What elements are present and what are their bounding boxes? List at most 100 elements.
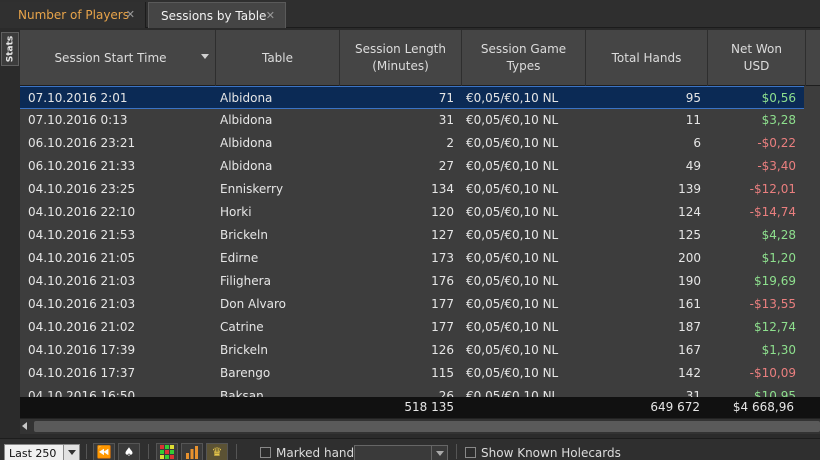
chevron-down-icon[interactable] (431, 446, 447, 460)
column-header-session-length[interactable]: Session Length (Minutes) (340, 30, 462, 86)
cell-hands: 49 (685, 159, 701, 173)
rewind-button[interactable]: ⏪ (93, 443, 115, 460)
table-row[interactable]: 04.10.2016 22:10 Horki 120 €0,05/€0,10 NL 12… (20, 201, 804, 224)
cell-table: Catrine (220, 320, 264, 334)
table-row[interactable]: 04.10.2016 21:03 Filighera 176 €0,05/€0,10 … (20, 270, 804, 293)
cell-net: $1,20 (761, 251, 796, 265)
cell-types: €0,05/€0,10 NL (466, 159, 559, 173)
column-header-total-hands[interactable]: Total Hands (586, 30, 708, 86)
cell-net: $3,28 (761, 113, 796, 127)
range-select-value: Last 250 (9, 447, 57, 460)
close-icon[interactable]: ✕ (126, 8, 135, 21)
cell-types: €0,05/€0,10 NL (466, 297, 559, 311)
table-row[interactable]: 04.10.2016 21:53 Brickeln 127 €0,05/€0,10 N… (20, 224, 804, 247)
cell-net: $1,30 (761, 343, 796, 357)
cell-length: 176 (431, 274, 454, 288)
sort-descending-icon[interactable] (201, 54, 209, 59)
cell-types: €0,05/€0,10 NL (466, 205, 559, 219)
table-row[interactable]: 04.10.2016 23:25 Enniskerry 134 €0,05/€0,10… (20, 178, 804, 201)
column-header-table[interactable]: Table (216, 30, 340, 86)
toolbar-divider (148, 444, 149, 459)
marked-hands-select[interactable] (354, 445, 448, 460)
cell-table: Edirne (220, 251, 259, 265)
toolbar-divider (86, 444, 87, 459)
cell-net: -$14,74 (749, 205, 796, 219)
cell-table: Albidona (220, 159, 273, 173)
cell-types: €0,05/€0,10 NL (466, 228, 559, 242)
trophy-button[interactable]: ♛ (206, 443, 228, 460)
table-row[interactable]: 04.10.2016 21:03 Don Alvaro 177 €0,05/€0,10… (20, 293, 804, 316)
cell-hands: 125 (678, 228, 701, 242)
cell-net: $19,69 (754, 274, 796, 288)
cell-length: 173 (431, 251, 454, 265)
cell-start: 04.10.2016 21:05 (28, 251, 136, 265)
cell-start: 04.10.2016 21:02 (28, 320, 136, 334)
grid-body[interactable]: 07.10.2016 2:01 Albidona 71 €0,05/€0,10 NL 9… (20, 86, 820, 397)
tab-sessions-by-table[interactable]: Sessions by Table ✕ (148, 2, 286, 28)
cell-start: 04.10.2016 23:25 (28, 182, 136, 196)
cell-net: $4,28 (761, 228, 796, 242)
bar-chart-icon (186, 446, 198, 459)
cell-table: Albidona (220, 136, 273, 150)
cell-types: €0,05/€0,10 NL (466, 113, 559, 127)
table-row[interactable]: 06.10.2016 23:21 Albidona 2 €0,05/€0,10 NL 6… (20, 132, 804, 155)
cell-table: Horki (220, 205, 252, 219)
table-row[interactable]: 06.10.2016 21:33 Albidona 27 €0,05/€0,10 NL… (20, 155, 804, 178)
cell-start: 04.10.2016 21:53 (28, 228, 136, 242)
cell-length: 177 (431, 320, 454, 334)
cell-types: €0,05/€0,10 NL (466, 320, 559, 334)
table-row[interactable]: 07.10.2016 0:13 Albidona 31 €0,05/€0,10 NL 1… (20, 109, 804, 132)
cell-types: €0,05/€0,10 NL (466, 251, 559, 265)
cell-start: 04.10.2016 17:37 (28, 366, 136, 380)
cell-length: 126 (431, 343, 454, 357)
cell-types: €0,05/€0,10 NL (466, 389, 559, 397)
horizontal-scrollbar[interactable] (20, 418, 820, 434)
cell-types: €0,05/€0,10 NL (466, 343, 559, 357)
cell-length: 71 (438, 91, 454, 105)
column-header-label: Session Length (Minutes) (355, 42, 446, 73)
scrollbar-thumb[interactable] (34, 421, 820, 432)
tab-number-of-players[interactable]: Number of Players ✕ (0, 2, 146, 28)
bar-chart-button[interactable] (181, 443, 203, 460)
cell-net: -$13,55 (749, 297, 796, 311)
table-row[interactable]: 04.10.2016 21:02 Catrine 177 €0,05/€0,10 NL… (20, 316, 804, 339)
column-header-label: Total Hands (611, 50, 682, 65)
table-row[interactable]: 04.10.2016 21:05 Edirne 173 €0,05/€0,10 NL 2… (20, 247, 804, 270)
cards-button[interactable]: ♠ (118, 443, 140, 460)
cell-start: 04.10.2016 17:39 (28, 343, 136, 357)
show-holecards-label: Show Known Holecards (481, 446, 621, 460)
column-header-net-won-usd[interactable]: Net Won USD (708, 30, 806, 86)
show-holecards-checkbox[interactable] (465, 447, 476, 458)
column-header-session-start-time[interactable]: Session Start Time (20, 30, 216, 86)
cell-table: Albidona (220, 91, 273, 105)
hand-grid-icon (160, 445, 174, 459)
close-icon[interactable]: ✕ (266, 9, 275, 22)
cell-length: 127 (431, 228, 454, 242)
cell-hands: 6 (693, 136, 701, 150)
table-row[interactable]: 04.10.2016 16:50 Baksan 26 €0,05/€0,10 NL 31… (20, 385, 804, 397)
rewind-icon: ⏪ (96, 445, 112, 459)
cell-table: Brickeln (220, 343, 268, 357)
cell-table: Don Alvaro (220, 297, 287, 311)
cell-length: 27 (438, 159, 454, 173)
scroll-left-icon[interactable] (22, 422, 27, 430)
cell-net: -$0,22 (757, 136, 796, 150)
table-row[interactable]: 04.10.2016 17:37 Barengo 115 €0,05/€0,10 NL… (20, 362, 804, 385)
marked-hands-checkbox[interactable] (260, 447, 271, 458)
chevron-down-icon[interactable] (63, 445, 79, 460)
column-header-session-game-types[interactable]: Session Game Types (462, 30, 586, 86)
cell-types: €0,05/€0,10 NL (466, 136, 559, 150)
table-row[interactable]: 04.10.2016 17:39 Brickeln 126 €0,05/€0,10 N… (20, 339, 804, 362)
cell-hands: 187 (678, 320, 701, 334)
stats-side-tab[interactable]: Stats (1, 32, 19, 66)
hand-grid-button[interactable] (156, 443, 178, 460)
cell-hands: 124 (678, 205, 701, 219)
range-select[interactable]: Last 250 (4, 444, 80, 460)
cell-table: Baksan (220, 389, 264, 397)
cell-hands: 142 (678, 366, 701, 380)
table-row[interactable]: 07.10.2016 2:01 Albidona 71 €0,05/€0,10 NL 9… (20, 86, 804, 109)
tab-label: Sessions by Table (161, 8, 267, 23)
cell-table: Enniskerry (220, 182, 284, 196)
grid-header: Session Start Time Table Session Length … (20, 30, 820, 86)
cell-net: -$10,09 (749, 366, 796, 380)
